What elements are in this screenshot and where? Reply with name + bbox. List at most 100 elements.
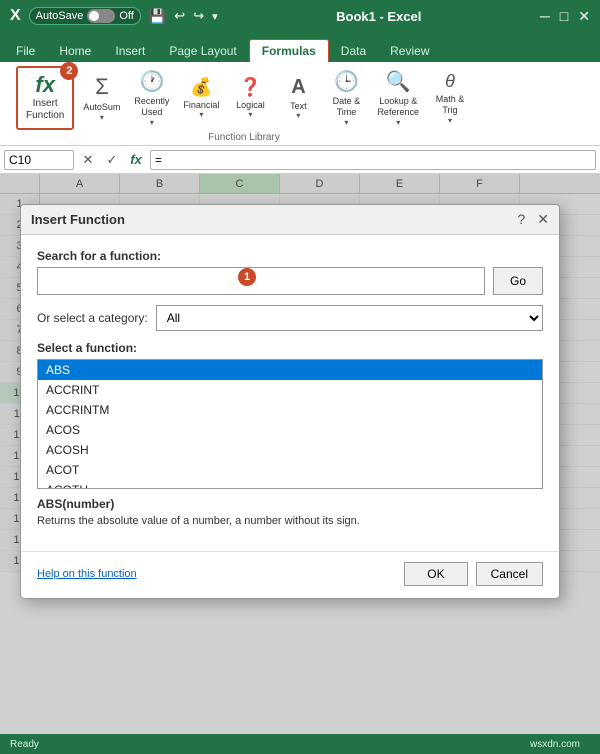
function-list[interactable]: ABS ACCRINT ACCRINTM ACOS ACOSH ACOT ACO… <box>37 359 543 489</box>
watermark: wsxdn.com <box>530 739 580 750</box>
search-input[interactable] <box>37 267 485 295</box>
cancel-button[interactable]: Cancel <box>476 562 543 586</box>
list-item[interactable]: ACCRINT <box>38 380 542 400</box>
app-icon: X <box>10 7 21 25</box>
sigma-icon: Σ <box>95 74 109 100</box>
tab-home[interactable]: Home <box>47 40 103 62</box>
redo-icon[interactable]: ↪ <box>193 8 204 24</box>
badge-2: 2 <box>60 62 78 80</box>
financial-icon: 💰 <box>190 77 212 98</box>
recently-used-arrow: ▾ <box>150 118 154 127</box>
list-item[interactable]: ABS <box>38 360 542 380</box>
tab-page-layout[interactable]: Page Layout <box>157 40 248 62</box>
dialog-title-buttons: ? ✕ <box>517 211 549 228</box>
text-arrow: ▾ <box>296 111 300 120</box>
lookup-icon: 🔍 <box>386 69 411 94</box>
minimize-btn[interactable]: ─ <box>540 8 550 25</box>
list-item[interactable]: ACOT <box>38 460 542 480</box>
category-row: Or select a category: All Most Recently … <box>37 305 543 331</box>
ribbon: 2 fx InsertFunction Σ AutoSum ▾ 🕐 Recent… <box>0 62 600 146</box>
math-trig-button[interactable]: θ Math &Trig ▾ <box>428 68 472 128</box>
autosave-state: Off <box>119 10 133 22</box>
tab-file[interactable]: File <box>4 40 47 62</box>
list-item[interactable]: ACCRINTM <box>38 400 542 420</box>
dialog-title: Insert Function <box>31 212 125 227</box>
tab-formulas[interactable]: Formulas <box>249 39 329 62</box>
autosum-button[interactable]: Σ AutoSum ▾ <box>78 68 125 128</box>
clock-icon: 🕐 <box>139 69 164 94</box>
insert-function-dialog: Insert Function ? ✕ Search for a functio… <box>20 204 560 599</box>
dialog-close-btn[interactable]: ✕ <box>537 211 549 228</box>
autosave-label: AutoSave <box>36 10 84 22</box>
dialog-footer: Help on this function OK Cancel <box>21 551 559 598</box>
insert-function-small-btn[interactable]: fx <box>126 150 146 170</box>
save-icon[interactable]: 💾 <box>149 8 166 25</box>
tab-review[interactable]: Review <box>378 40 441 62</box>
dialog-help-btn[interactable]: ? <box>517 211 525 228</box>
dialog-body: Search for a function: Go Or select a ca… <box>21 235 559 543</box>
math-trig-label: Math &Trig <box>436 94 465 116</box>
financial-label: Financial <box>183 100 219 111</box>
window-controls: ─ □ ✕ <box>540 8 590 25</box>
spreadsheet-area: A B C D E F 1 2 3 4 5 6 7 8 9 10 11 12 1… <box>0 174 600 734</box>
title-bar-left: X AutoSave Off 💾 ↩ ↪ ▾ <box>10 7 218 25</box>
ribbon-tabs: File Home Insert Page Layout Formulas Da… <box>0 32 600 62</box>
search-row: Search for a function: Go <box>37 249 543 295</box>
window-title: Book1 - Excel <box>336 9 421 24</box>
tab-insert[interactable]: Insert <box>103 40 157 62</box>
financial-arrow: ▾ <box>199 110 203 119</box>
customize-icon[interactable]: ▾ <box>212 10 218 23</box>
cancel-formula-btn[interactable]: ✕ <box>78 150 98 170</box>
ribbon-group-function-library: 2 fx InsertFunction Σ AutoSum ▾ 🕐 Recent… <box>6 66 482 145</box>
confirm-formula-btn[interactable]: ✓ <box>102 150 122 170</box>
logical-arrow: ▾ <box>248 110 252 119</box>
help-link[interactable]: Help on this function <box>37 568 137 580</box>
title-bar: X AutoSave Off 💾 ↩ ↪ ▾ Book1 - Excel ─ □… <box>0 0 600 32</box>
search-input-row: Go <box>37 267 543 295</box>
ok-button[interactable]: OK <box>404 562 467 586</box>
close-btn[interactable]: ✕ <box>578 8 590 25</box>
status-bar: Ready wsxdn.com <box>0 734 600 754</box>
autosave-toggle[interactable] <box>87 9 115 23</box>
date-time-arrow: ▾ <box>344 118 348 127</box>
text-button[interactable]: A Text ▾ <box>276 68 320 128</box>
datetime-icon: 🕒 <box>334 69 359 94</box>
text-label: Text <box>290 101 307 112</box>
maximize-btn[interactable]: □ <box>560 8 568 25</box>
status-ready: Ready <box>10 739 39 750</box>
autosum-arrow: ▾ <box>100 113 104 122</box>
ribbon-buttons: 2 fx InsertFunction Σ AutoSum ▾ 🕐 Recent… <box>16 66 472 130</box>
list-item[interactable]: ACOTH <box>38 480 542 489</box>
function-signature: ABS(number) <box>37 497 543 511</box>
formula-buttons: ✕ ✓ fx <box>78 150 146 170</box>
formula-input[interactable] <box>150 150 596 170</box>
footer-buttons: OK Cancel <box>404 562 543 586</box>
math-arrow: ▾ <box>448 116 452 125</box>
function-list-label: Select a function: <box>37 341 543 355</box>
recently-used-button[interactable]: 🕐 RecentlyUsed ▾ <box>129 68 174 128</box>
name-box[interactable] <box>4 150 74 170</box>
logical-icon: ❓ <box>239 77 261 98</box>
tab-data[interactable]: Data <box>329 40 378 62</box>
lookup-arrow: ▾ <box>396 118 400 127</box>
math-icon: θ <box>445 71 455 92</box>
list-item[interactable]: ACOSH <box>38 440 542 460</box>
go-button[interactable]: Go <box>493 267 543 295</box>
lookup-reference-button[interactable]: 🔍 Lookup &Reference ▾ <box>372 68 424 128</box>
autosave-badge: AutoSave Off <box>29 7 141 25</box>
date-time-button[interactable]: 🕒 Date &Time ▾ <box>324 68 368 128</box>
function-description: Returns the absolute value of a number, … <box>37 514 543 529</box>
logical-label: Logical <box>236 100 265 111</box>
date-time-label: Date &Time <box>333 96 361 118</box>
list-item[interactable]: ACOS <box>38 420 542 440</box>
logical-button[interactable]: ❓ Logical ▾ <box>228 68 272 128</box>
insert-function-label: InsertFunction <box>26 98 64 122</box>
search-label: Search for a function: <box>37 249 543 263</box>
undo-icon[interactable]: ↩ <box>174 8 185 24</box>
insert-function-button[interactable]: 2 fx InsertFunction <box>16 66 74 130</box>
category-select[interactable]: All Most Recently Used Financial Date & … <box>156 305 543 331</box>
formula-bar: ✕ ✓ fx <box>0 146 600 174</box>
financial-button[interactable]: 💰 Financial ▾ <box>178 68 224 128</box>
function-library-label: Function Library <box>208 132 280 143</box>
fx-icon: fx <box>35 74 55 96</box>
